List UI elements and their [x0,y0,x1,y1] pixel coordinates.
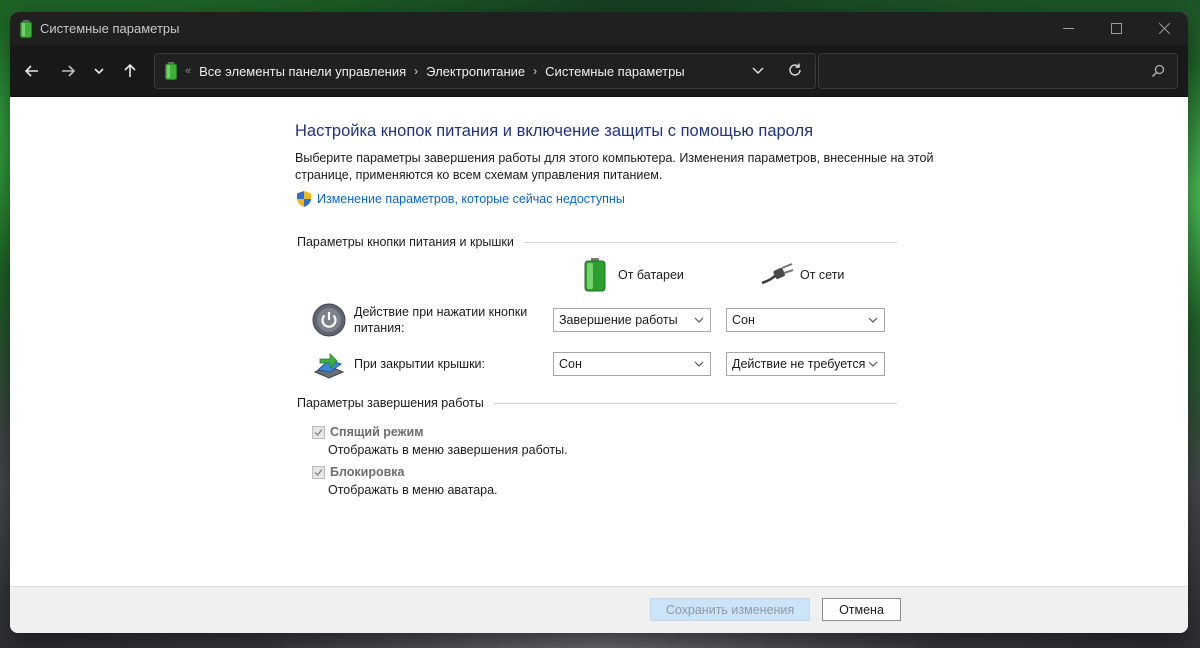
lid-close-battery-value: Сон [559,357,582,371]
up-button[interactable] [113,54,147,88]
power-button-battery-select[interactable]: Завершение работы [553,308,711,332]
window-title: Системные параметры [40,21,180,36]
save-changes-button[interactable]: Сохранить изменения [650,598,810,621]
lock-description: Отображать в меню аватара. [328,483,498,497]
plugged-column-label: От сети [800,268,845,282]
power-button-icon [312,303,346,337]
footer-bar: Сохранить изменения Отмена [10,586,1188,633]
lock-label: Блокировка [330,465,405,479]
page-title: Настройка кнопок питания и включение защ… [295,122,814,140]
chevron-down-icon [868,317,878,323]
lid-close-plugged-select[interactable]: Действие не требуется [726,352,885,376]
power-section-title: Параметры кнопки питания и крышки [297,235,524,249]
maximize-icon [1110,23,1122,34]
uac-shield-icon [297,191,311,207]
breadcrumb-system-settings[interactable]: Системные параметры [545,64,684,79]
breadcrumb-separator[interactable]: › [414,64,418,78]
lid-close-plugged-value: Действие не требуется [732,357,866,371]
chevron-down-icon [94,67,104,74]
lock-checkbox[interactable] [312,465,325,479]
power-plug-icon [761,263,794,285]
battery-app-icon [20,19,32,38]
window-controls [1044,12,1188,45]
breadcrumb-separator[interactable]: › [533,64,537,78]
back-button[interactable] [15,54,49,88]
arrow-right-icon [62,64,76,77]
battery-column-header: От батареи [584,258,684,292]
chevron-down-icon [752,67,764,75]
power-button-plugged-value: Сон [732,313,755,327]
page-description: Выберите параметры завершения работы для… [295,151,934,182]
sleep-mode-description: Отображать в меню завершения работы. [328,443,568,457]
sleep-mode-checkbox[interactable] [312,425,325,439]
forward-button[interactable] [51,54,85,88]
plugged-column-header: От сети [760,258,844,292]
cancel-button[interactable]: Отмена [822,598,901,621]
sleep-mode-label: Спящий режим [330,425,424,439]
recent-locations-button[interactable] [85,54,113,88]
chevron-down-icon [694,361,704,367]
battery-location-icon [165,62,177,80]
navigation-bar: « Все элементы панели управления › Элект… [10,45,1188,97]
change-unavailable-settings-text[interactable]: Изменение параметров, которые сейчас нед… [317,192,625,206]
content-area: Настройка кнопок питания и включение защ… [10,98,1188,586]
checkmark-icon [314,468,323,476]
maximize-button[interactable] [1092,12,1140,45]
shutdown-section-title: Параметры завершения работы [297,396,494,410]
lid-close-action-label: При закрытии крышки: [354,357,485,371]
search-icon [1151,64,1165,78]
control-panel-window: Системные параметры « Все элементы панел… [10,12,1188,633]
minimize-button[interactable] [1044,12,1092,45]
sleep-mode-option: Спящий режим [312,425,423,439]
power-button-action-label: Действие при нажатии кнопки питания: [354,305,528,335]
chevron-down-icon [868,361,878,367]
refresh-button[interactable] [787,62,803,81]
address-history-button[interactable] [751,63,765,80]
address-bar[interactable]: « Все элементы панели управления › Элект… [154,53,816,89]
battery-icon [584,258,606,292]
search-box[interactable] [818,53,1178,89]
power-button-plugged-select[interactable]: Сон [726,308,885,332]
laptop-lid-icon [313,353,345,379]
breadcrumb-overflow[interactable]: « [185,65,191,77]
chevron-down-icon [694,317,704,323]
close-icon [1158,23,1170,34]
refresh-icon [789,63,801,76]
search-input[interactable] [819,54,1139,88]
lid-close-battery-select[interactable]: Сон [553,352,711,376]
checkmark-icon [314,428,323,436]
close-button[interactable] [1140,12,1188,45]
breadcrumb-power-options[interactable]: Электропитание [426,64,525,79]
title-bar[interactable]: Системные параметры [10,12,1188,45]
lock-option: Блокировка [312,465,405,479]
arrow-up-icon [124,63,136,77]
arrow-left-icon [24,64,38,77]
breadcrumb-all-control-panel-items[interactable]: Все элементы панели управления [199,64,406,79]
battery-column-label: От батареи [618,268,684,282]
power-button-battery-value: Завершение работы [559,313,678,327]
minimize-icon [1062,28,1074,29]
change-unavailable-settings-link[interactable]: Изменение параметров, которые сейчас нед… [295,190,625,208]
